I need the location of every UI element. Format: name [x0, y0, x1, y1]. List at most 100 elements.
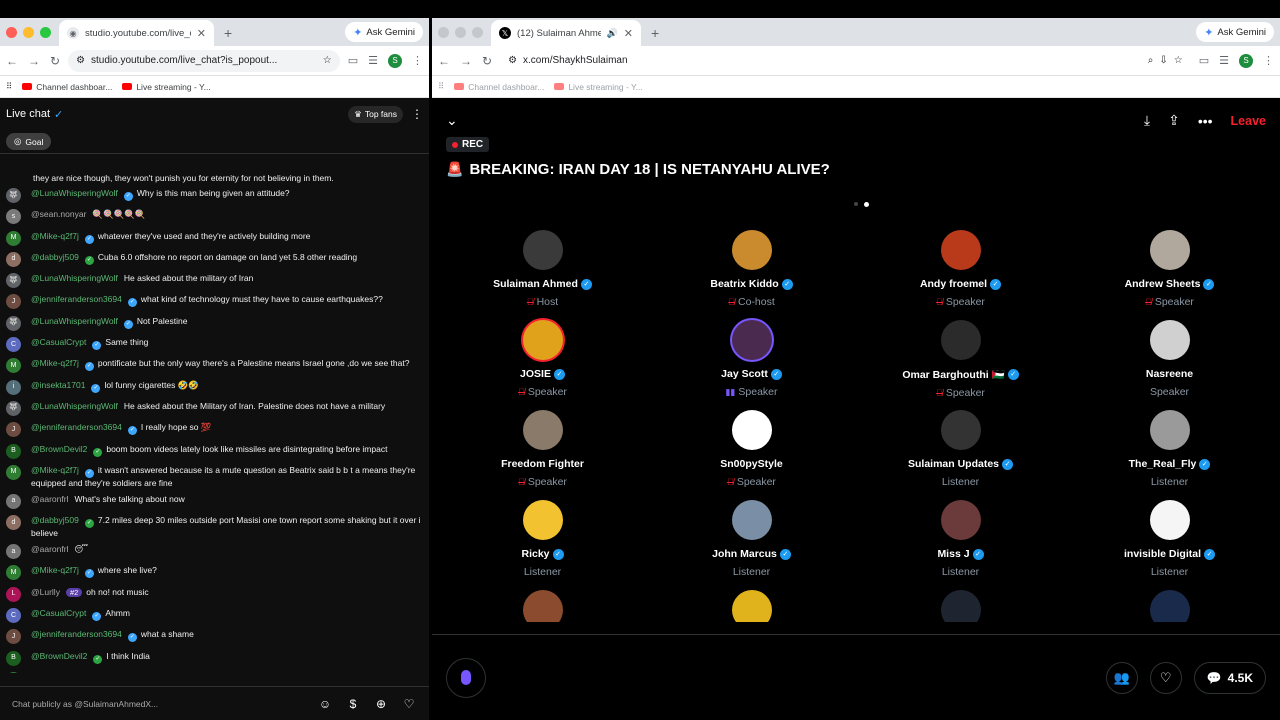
bookmark-star-icon[interactable]: ☆	[323, 55, 332, 66]
participant-avatar[interactable]	[731, 320, 772, 360]
chat-message[interactable]: C @CasualCrypt ✓ Ahmm	[6, 605, 423, 626]
reload-icon[interactable]: ↻	[50, 54, 60, 68]
participant-card[interactable]: Ricky ✓ Listener	[438, 500, 647, 580]
chat-message[interactable]: M @Mike-q2f7j ✓ where she live?	[6, 562, 423, 583]
avatar[interactable]: M	[6, 671, 21, 673]
maximize-window-button[interactable]	[40, 26, 51, 38]
message-author[interactable]: @CasualCrypt	[31, 608, 86, 618]
avatar[interactable]: C	[6, 337, 21, 353]
avatar[interactable]: d	[6, 515, 21, 531]
chat-menu-icon[interactable]: ⋮	[411, 107, 423, 121]
message-author[interactable]: @Lurlly	[31, 587, 60, 597]
forward-icon[interactable]: →	[28, 54, 40, 68]
react-heart-icon[interactable]: ♡	[1149, 661, 1182, 694]
apps-grid-icon[interactable]: ⠿	[438, 81, 444, 92]
participant-avatar[interactable]	[1149, 500, 1190, 540]
participant-card[interactable]: The_Real_Fly ✓ Listener	[1065, 410, 1274, 490]
chat-message[interactable]: 🐺 @LunaWhisperingWolf ✓ Why is this man bei…	[6, 185, 423, 206]
avatar[interactable]: M	[6, 230, 21, 246]
participant-avatar[interactable]	[522, 590, 563, 622]
message-author[interactable]: @BrownDevil2	[31, 444, 87, 454]
heart-icon[interactable]: ♡	[401, 697, 417, 711]
participant-card[interactable]	[856, 590, 1065, 622]
close-tab-icon[interactable]: ✕	[624, 27, 633, 40]
new-tab-button[interactable]: +	[641, 20, 669, 46]
bookmark-live-streaming[interactable]: Live streaming - Y...	[122, 82, 211, 92]
top-fans-button[interactable]: ♛ Top fans	[348, 105, 403, 123]
replies-button[interactable]: 💬 4.5K	[1193, 661, 1266, 694]
participant-avatar[interactable]	[940, 590, 981, 622]
message-author[interactable]: @jenniferanderson3694	[31, 629, 122, 639]
chat-message[interactable]: d @dabbyj509 ✓ Cuba 6.0 offshore no report …	[6, 249, 423, 270]
browser-menu-icon[interactable]: ⋮	[1263, 54, 1274, 67]
avatar[interactable]: s	[6, 209, 21, 225]
extensions-icon[interactable]: ☰	[368, 54, 378, 67]
page-dot-active[interactable]	[863, 201, 869, 207]
bookmark-star-icon[interactable]: ☆	[1174, 55, 1183, 66]
participant-avatar[interactable]	[940, 500, 981, 540]
chat-message[interactable]: M @Mike-q2f7j ✓ pontificate but the only wa…	[6, 355, 423, 376]
message-author[interactable]: @LunaWhisperingWolf	[31, 401, 118, 411]
back-icon[interactable]: ←	[438, 54, 450, 68]
chat-message[interactable]: 🐺 @LunaWhisperingWolf He asked about the M…	[6, 398, 423, 419]
message-author[interactable]: @jenniferanderson3694	[31, 422, 122, 432]
chat-message[interactable]: J @jenniferanderson3694 ✓ I really hope so …	[6, 419, 423, 440]
message-author[interactable]: @dabbyj509	[31, 252, 79, 262]
avatar[interactable]: L	[6, 586, 21, 602]
ask-gemini-button[interactable]: ✦ Ask Gemini	[1196, 22, 1274, 42]
avatar[interactable]: B	[6, 443, 21, 459]
avatar[interactable]: 🐺	[6, 400, 21, 416]
participant-card[interactable]: John Marcus ✓ Listener	[647, 500, 856, 580]
participant-card[interactable]: Nasreene Speaker	[1065, 320, 1274, 400]
participant-card[interactable]: Freedom Fighter 🎙̸ Speaker	[438, 410, 647, 490]
participant-avatar[interactable]	[522, 320, 563, 360]
participant-card[interactable]: Andrew Sheets ✓ 🎙̸ Speaker	[1065, 230, 1274, 310]
chat-message[interactable]: a @aaronfrl What's she talking about now	[6, 491, 423, 512]
zoom-icon[interactable]: ⌕	[1148, 55, 1154, 66]
participant-card[interactable]: Sn00pyStyle 🎙̸ Speaker	[647, 410, 856, 490]
browser-menu-icon[interactable]: ⋮	[412, 54, 423, 67]
avatar[interactable]: M	[6, 464, 21, 480]
participant-card[interactable]: Andy froemel ✓ 🎙̸ Speaker	[856, 230, 1065, 310]
chat-message[interactable]: J @jenniferanderson3694 ✓ what kind of tech…	[6, 291, 423, 312]
participant-avatar[interactable]	[731, 410, 772, 450]
close-tab-icon[interactable]: ✕	[197, 27, 206, 40]
message-author[interactable]: @aaronfrl	[31, 494, 68, 504]
browser-tab[interactable]: ◉ studio.youtube.com/live_chat ✕	[59, 20, 214, 46]
message-author[interactable]: @insekta1701	[31, 380, 85, 390]
profile-avatar[interactable]: S	[1239, 53, 1253, 68]
cast-icon[interactable]: ▭	[1199, 54, 1209, 67]
message-author[interactable]: @Mike-q2f7j	[31, 358, 79, 368]
avatar[interactable]: a	[6, 493, 21, 509]
avatar[interactable]: M	[6, 565, 21, 581]
browser-tab[interactable]: 𝕏 (12) Sulaiman Ahmed (@S 🔊 ✕	[491, 20, 641, 46]
site-info-icon[interactable]: ⚙	[508, 55, 517, 66]
participant-card[interactable]	[647, 590, 856, 622]
chat-message[interactable]: d @dabbyj509 ✓ 7.2 miles deep 30 miles outs…	[6, 512, 423, 541]
message-author[interactable]: @jenniferanderson3694	[31, 294, 122, 304]
avatar[interactable]: d	[6, 251, 21, 267]
extensions-icon[interactable]: ☰	[1219, 54, 1229, 67]
avatar[interactable]: J	[6, 422, 21, 438]
participant-avatar[interactable]	[940, 410, 981, 450]
chat-message[interactable]: M @Mike-q2f7j✓thanks	[6, 669, 423, 673]
participant-avatar[interactable]	[731, 500, 772, 540]
message-author[interactable]: @sean.nonyar	[31, 209, 86, 219]
chevron-down-icon[interactable]: ✓	[54, 108, 63, 121]
chat-input[interactable]: Chat publicly as @SulaimanAhmedX...	[12, 699, 305, 709]
url-field[interactable]: ⚙ x.com/ShaykhSulaiman ⌕ ⇩ ☆	[500, 49, 1191, 72]
avatar[interactable]: M	[6, 358, 21, 374]
chat-message[interactable]: M @Mike-q2f7j ✓ whatever they've used and t…	[6, 228, 423, 249]
chat-message[interactable]: C @CasualCrypt ✓ Same thing	[6, 334, 423, 355]
participant-card[interactable]: Omar Barghouthi 🇵🇸 ✓ 🎙̸ Speaker	[856, 320, 1065, 400]
close-window-button[interactable]	[438, 26, 449, 38]
participant-avatar[interactable]	[522, 410, 563, 450]
ask-gemini-button[interactable]: ✦ Ask Gemini	[345, 22, 423, 42]
emoji-icon[interactable]: ☺	[317, 697, 333, 711]
site-info-icon[interactable]: ⚙	[76, 55, 85, 66]
avatar[interactable]: J	[6, 294, 21, 310]
participant-card[interactable]: Jay Scott ✓ ▮▮ Speaker	[647, 320, 856, 400]
avatar[interactable]: a	[6, 544, 21, 560]
participant-avatar[interactable]	[731, 590, 772, 622]
message-author[interactable]: @Mike-q2f7j	[31, 672, 79, 673]
